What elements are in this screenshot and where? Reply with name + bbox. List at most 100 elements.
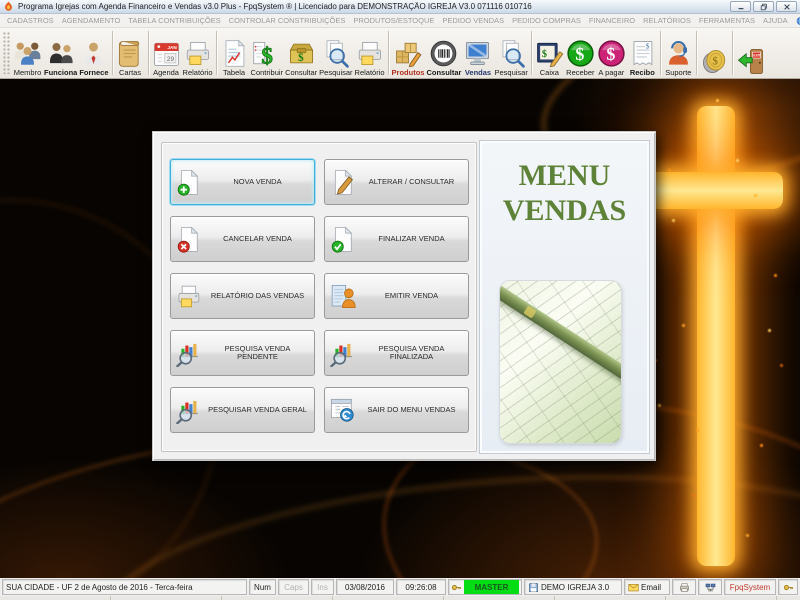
restore-button[interactable] [753, 1, 774, 12]
toolbar-button-sair[interactable]: EXIT [735, 28, 766, 78]
toolbar-button-a-pagar[interactable]: $ A pagar [596, 28, 627, 78]
sair-do-menu-vendas-button[interactable]: SAIR DO MENU VENDAS [324, 387, 469, 433]
svg-text:EXIT: EXIT [753, 54, 761, 58]
search-sale-icon [325, 340, 359, 367]
status-key-button [778, 579, 798, 595]
toolbar-button-fornecedor[interactable]: Fornece [78, 28, 109, 78]
menu-item-cadastros[interactable]: CADASTROS [3, 16, 58, 25]
alterar-consultar-button[interactable]: ALTERAR / CONSULTAR [324, 159, 469, 205]
status-brand: FpqSystem [724, 579, 776, 595]
finish-sale-icon [325, 226, 359, 253]
close-icon [783, 3, 791, 11]
toolbar-button-consultar-contribuicao[interactable]: $ Consultar [284, 28, 318, 78]
toolbar-label: Contribuir [250, 67, 284, 77]
status-email-button[interactable]: Email [624, 579, 670, 595]
toolbar-label: Tabela [222, 67, 246, 77]
toolbar-button-recibo[interactable]: $ Recibo [627, 28, 658, 78]
menu-item-ferramentas[interactable]: FERRAMENTAS [695, 16, 759, 25]
toolbar-button-caixa[interactable]: $ Caixa [534, 28, 565, 78]
toolbar-button-funcionario[interactable]: Funciona [43, 28, 78, 78]
sales-actions-group: NOVA VENDA ALTERAR / CONSULTAR CANCELAR … [161, 142, 477, 452]
panel-title: MENU VENDAS [482, 158, 647, 229]
button-label: PESQUISA VENDA PENDENTE [224, 343, 291, 361]
search-icon [321, 38, 350, 69]
close-button[interactable] [776, 1, 797, 12]
insert-label: Ins [317, 582, 328, 592]
email-label: Email [641, 582, 662, 592]
toolbar-label: A pagar [598, 67, 625, 77]
svg-text:$: $ [262, 42, 274, 67]
menu-item-ajuda[interactable]: AJUDA [759, 16, 792, 25]
menu-bar: CADASTROS AGENDAMENTO TABELA CONTRIBUIÇÕ… [0, 14, 800, 28]
cancel-sale-icon [171, 226, 205, 253]
pesquisa-venda-pendente-button[interactable]: PESQUISA VENDA PENDENTE [170, 330, 315, 376]
toolbar-button-contribuir[interactable]: $ Contribuir [250, 28, 285, 78]
toolbar-button-suporte[interactable]: Suporte [663, 28, 694, 78]
menu-item-pedido-compras[interactable]: PEDIDO COMPRAS [508, 16, 585, 25]
button-label: SAIR DO MENU VENDAS [367, 404, 456, 414]
menu-item-agendamento[interactable]: AGENDAMENTO [58, 16, 125, 25]
pesquisa-venda-finalizada-button[interactable]: PESQUISA VENDA FINALIZADA [324, 330, 469, 376]
toolbar-button-agenda[interactable]: JAN 29 Agenda [151, 28, 182, 78]
barcode-icon [429, 38, 458, 69]
monitor-icon [463, 38, 492, 69]
toolbar-button-membro[interactable]: Membro [12, 28, 43, 78]
button-label: NOVA VENDA [233, 176, 282, 186]
title-bar: Programa Igrejas com Agenda Financeiro e… [0, 0, 800, 14]
toolbar-button-tabela[interactable]: Tabela [219, 28, 250, 78]
table-icon [220, 38, 249, 69]
brand-label: FpqSystem [729, 582, 771, 592]
svg-text:29: 29 [166, 56, 174, 63]
exit-door-icon: EXIT [736, 46, 765, 77]
menu-item-email[interactable]: E-MAIL [792, 16, 800, 26]
toolbar-button-relatorio-agenda[interactable]: Relatório [182, 28, 214, 78]
nova-venda-button[interactable]: NOVA VENDA [170, 159, 315, 205]
search-sale-icon [171, 340, 205, 367]
toolbar-button-pesquisar-vendas[interactable]: Pesquisar [493, 28, 528, 78]
num-lock-label: Num [254, 582, 271, 592]
network-icon [705, 582, 716, 593]
toolbar-button-cartas[interactable]: Cartas [115, 28, 146, 78]
glowing-cross-arm [649, 172, 783, 209]
toolbar-button-receber[interactable]: $ Receber [565, 28, 596, 78]
svg-text:$: $ [712, 55, 718, 67]
menu-item-produtos-estoque[interactable]: PRODUTOS/ESTOQUE [349, 16, 438, 25]
application-window: Programa Igrejas com Agenda Financeiro e… [0, 0, 800, 600]
toolbar-button-pesquisar-contribuicao[interactable]: Pesquisar [318, 28, 353, 78]
status-bar: SUA CIDADE - UF 2 de Agosto de 2016 - Te… [0, 578, 800, 596]
toolbar-label: Caixa [539, 67, 559, 77]
status-printer-button[interactable] [672, 579, 696, 595]
user-badge: MASTER [464, 580, 519, 594]
minimize-button[interactable] [730, 1, 751, 12]
toolbar-button-produtos[interactable]: Produtos [391, 28, 426, 78]
toolbar-label: Vendas [464, 67, 492, 77]
toolbar-button-relatorio-contribuicao[interactable]: Relatório [354, 28, 386, 78]
status-network-button[interactable] [698, 579, 722, 595]
finalizar-venda-button[interactable]: FINALIZAR VENDA [324, 216, 469, 262]
toolbar-label: Produtos [391, 67, 425, 77]
menu-item-relatorios[interactable]: RELATÓRIOS [639, 16, 695, 25]
cancelar-venda-button[interactable]: CANCELAR VENDA [170, 216, 315, 262]
status-date-text: 03/08/2016 [344, 582, 386, 592]
staff-icon [46, 38, 75, 69]
window-title: Programa Igrejas com Agenda Financeiro e… [18, 2, 532, 11]
toolbar-label: Fornece [79, 67, 109, 77]
toolbar-button-vendas[interactable]: Vendas [462, 28, 493, 78]
report-icon [183, 38, 212, 69]
letters-icon [116, 38, 145, 69]
svg-text:JAN: JAN [167, 45, 177, 50]
menu-item-tabela-contribuicoes[interactable]: TABELA CONTRIBUIÇÕES [124, 16, 224, 25]
disk-icon [528, 582, 539, 593]
pesquisar-venda-geral-button[interactable]: PESQUISAR VENDA GERAL [170, 387, 315, 433]
emitir-venda-button[interactable]: EMITIR VENDA [324, 273, 469, 319]
relatorio-das-vendas-button[interactable]: RELATÓRIO DAS VENDAS [170, 273, 315, 319]
toolbar-button-moeda[interactable]: $ [699, 28, 730, 78]
toolbar-label: Cartas [118, 67, 142, 77]
menu-item-controlar-constribuicoes[interactable]: CONTROLAR CONSTRIBUIÇÕES [225, 16, 350, 25]
toolbar-label: Pesquisar [319, 67, 353, 77]
panel-title-line1: MENU [518, 159, 611, 192]
toolbar-button-consultar-produtos[interactable]: Consultar [425, 28, 462, 78]
menu-item-financeiro[interactable]: FINANCEIRO [585, 16, 639, 25]
supplier-icon [79, 38, 108, 69]
menu-item-pedido-vendas[interactable]: PEDIDO VENDAS [438, 16, 508, 25]
